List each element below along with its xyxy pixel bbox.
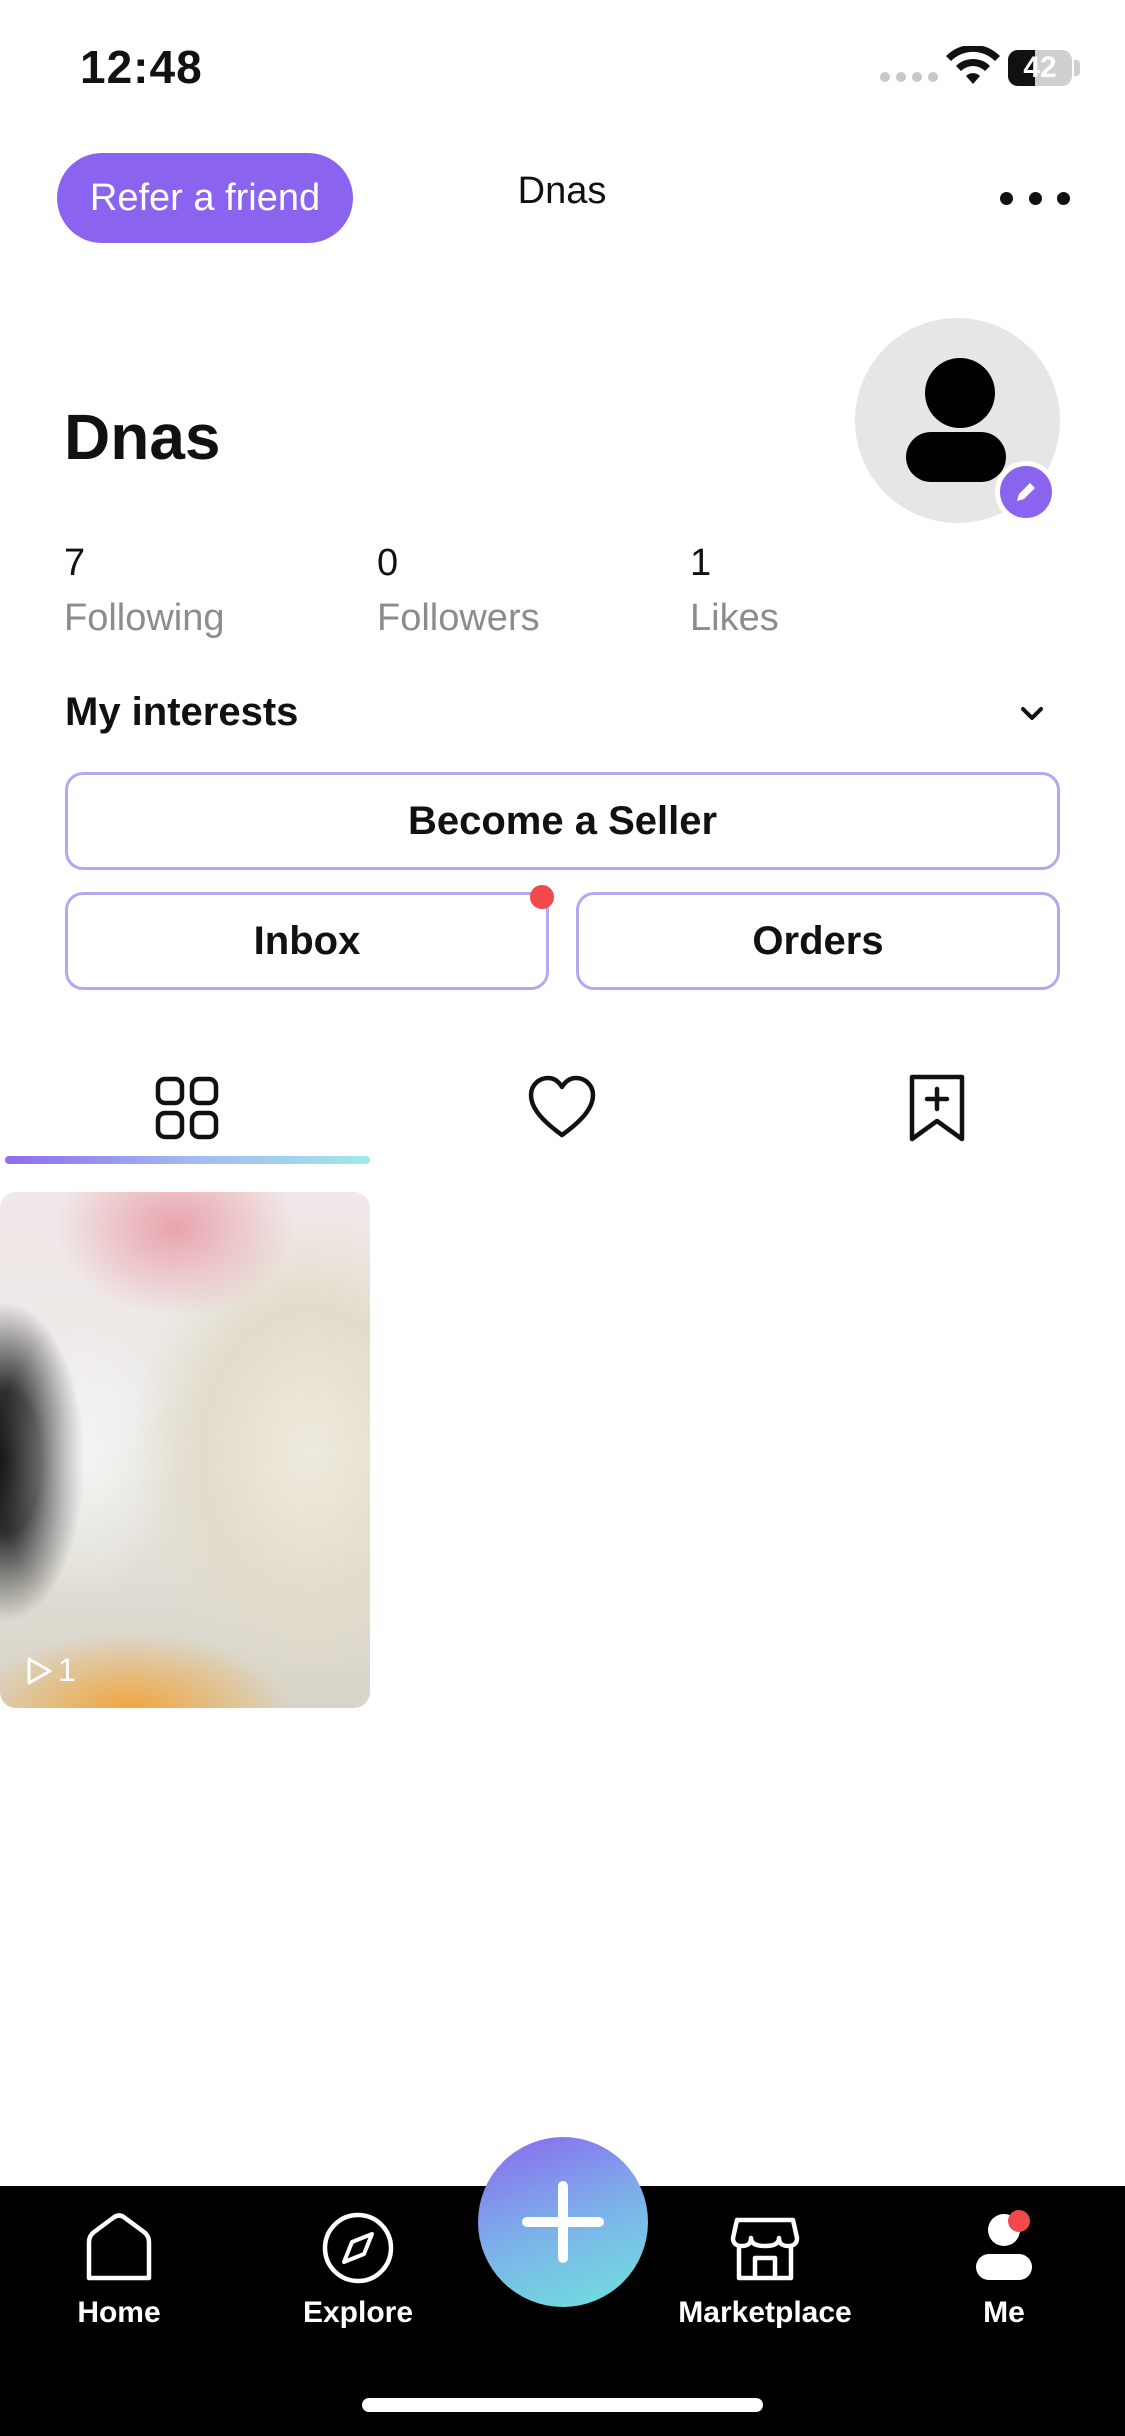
- battery-tip: [1074, 60, 1080, 76]
- home-indicator[interactable]: [362, 2398, 763, 2412]
- profile-name: Dnas: [64, 401, 221, 473]
- play-icon: [27, 1657, 52, 1685]
- cellular-signal-icon: [880, 72, 938, 82]
- header-title: Dnas: [517, 170, 607, 212]
- stat-label: Following: [64, 597, 225, 639]
- nav-explore[interactable]: Explore: [258, 2204, 458, 2354]
- create-post-button[interactable]: [478, 2137, 648, 2307]
- stat-count: 0: [377, 542, 399, 584]
- my-interests-toggle[interactable]: My interests: [65, 690, 298, 735]
- heart-icon[interactable]: [527, 1073, 597, 1143]
- stat-label: Likes: [690, 597, 779, 639]
- inbox-button[interactable]: Inbox: [65, 892, 549, 990]
- battery-icon: 42: [1008, 50, 1072, 86]
- plus-icon: [522, 2181, 604, 2263]
- nav-me[interactable]: Me: [904, 2204, 1104, 2354]
- more-options-icon[interactable]: [1000, 178, 1070, 218]
- stat-likes[interactable]: 1 Likes: [690, 542, 779, 640]
- nav-label: Me: [983, 2296, 1025, 2329]
- nav-label: Marketplace: [678, 2296, 852, 2329]
- compass-icon: [322, 2212, 394, 2284]
- nav-home[interactable]: Home: [19, 2204, 219, 2354]
- bookmark-plus-icon[interactable]: [902, 1073, 972, 1143]
- storefront-icon: [730, 2217, 800, 2281]
- orders-button[interactable]: Orders: [576, 892, 1060, 990]
- stat-followers[interactable]: 0 Followers: [377, 542, 540, 640]
- home-icon: [86, 2213, 152, 2281]
- grid-icon[interactable]: [152, 1073, 222, 1143]
- profile-icon: [976, 2214, 1032, 2280]
- nav-label: Explore: [302, 2296, 414, 2329]
- play-count: 1: [58, 1652, 76, 1688]
- refer-a-friend-button[interactable]: Refer a friend: [57, 153, 353, 243]
- thumbnail-highlight: [0, 1192, 370, 1708]
- battery-percentage: 42: [1023, 51, 1057, 84]
- stat-following[interactable]: 7 Following: [64, 542, 225, 640]
- stat-count: 7: [64, 542, 86, 584]
- edit-avatar-icon[interactable]: [995, 461, 1057, 523]
- post-thumbnail[interactable]: [0, 1192, 370, 1708]
- stat-count: 1: [690, 542, 712, 584]
- become-seller-button[interactable]: Become a Seller: [65, 772, 1060, 870]
- active-tab-indicator: [5, 1156, 370, 1164]
- wifi-icon: [946, 46, 1000, 84]
- avatar-head: [925, 358, 995, 428]
- chevron-down-icon[interactable]: [1012, 698, 1052, 730]
- nav-label: Home: [77, 2296, 161, 2329]
- stat-label: Followers: [377, 597, 540, 639]
- nav-marketplace[interactable]: Marketplace: [665, 2204, 865, 2354]
- avatar-body: [906, 432, 1006, 482]
- inbox-notification-badge: [530, 885, 554, 909]
- me-notification-badge: [1008, 2210, 1030, 2232]
- status-time: 12:48: [80, 41, 203, 93]
